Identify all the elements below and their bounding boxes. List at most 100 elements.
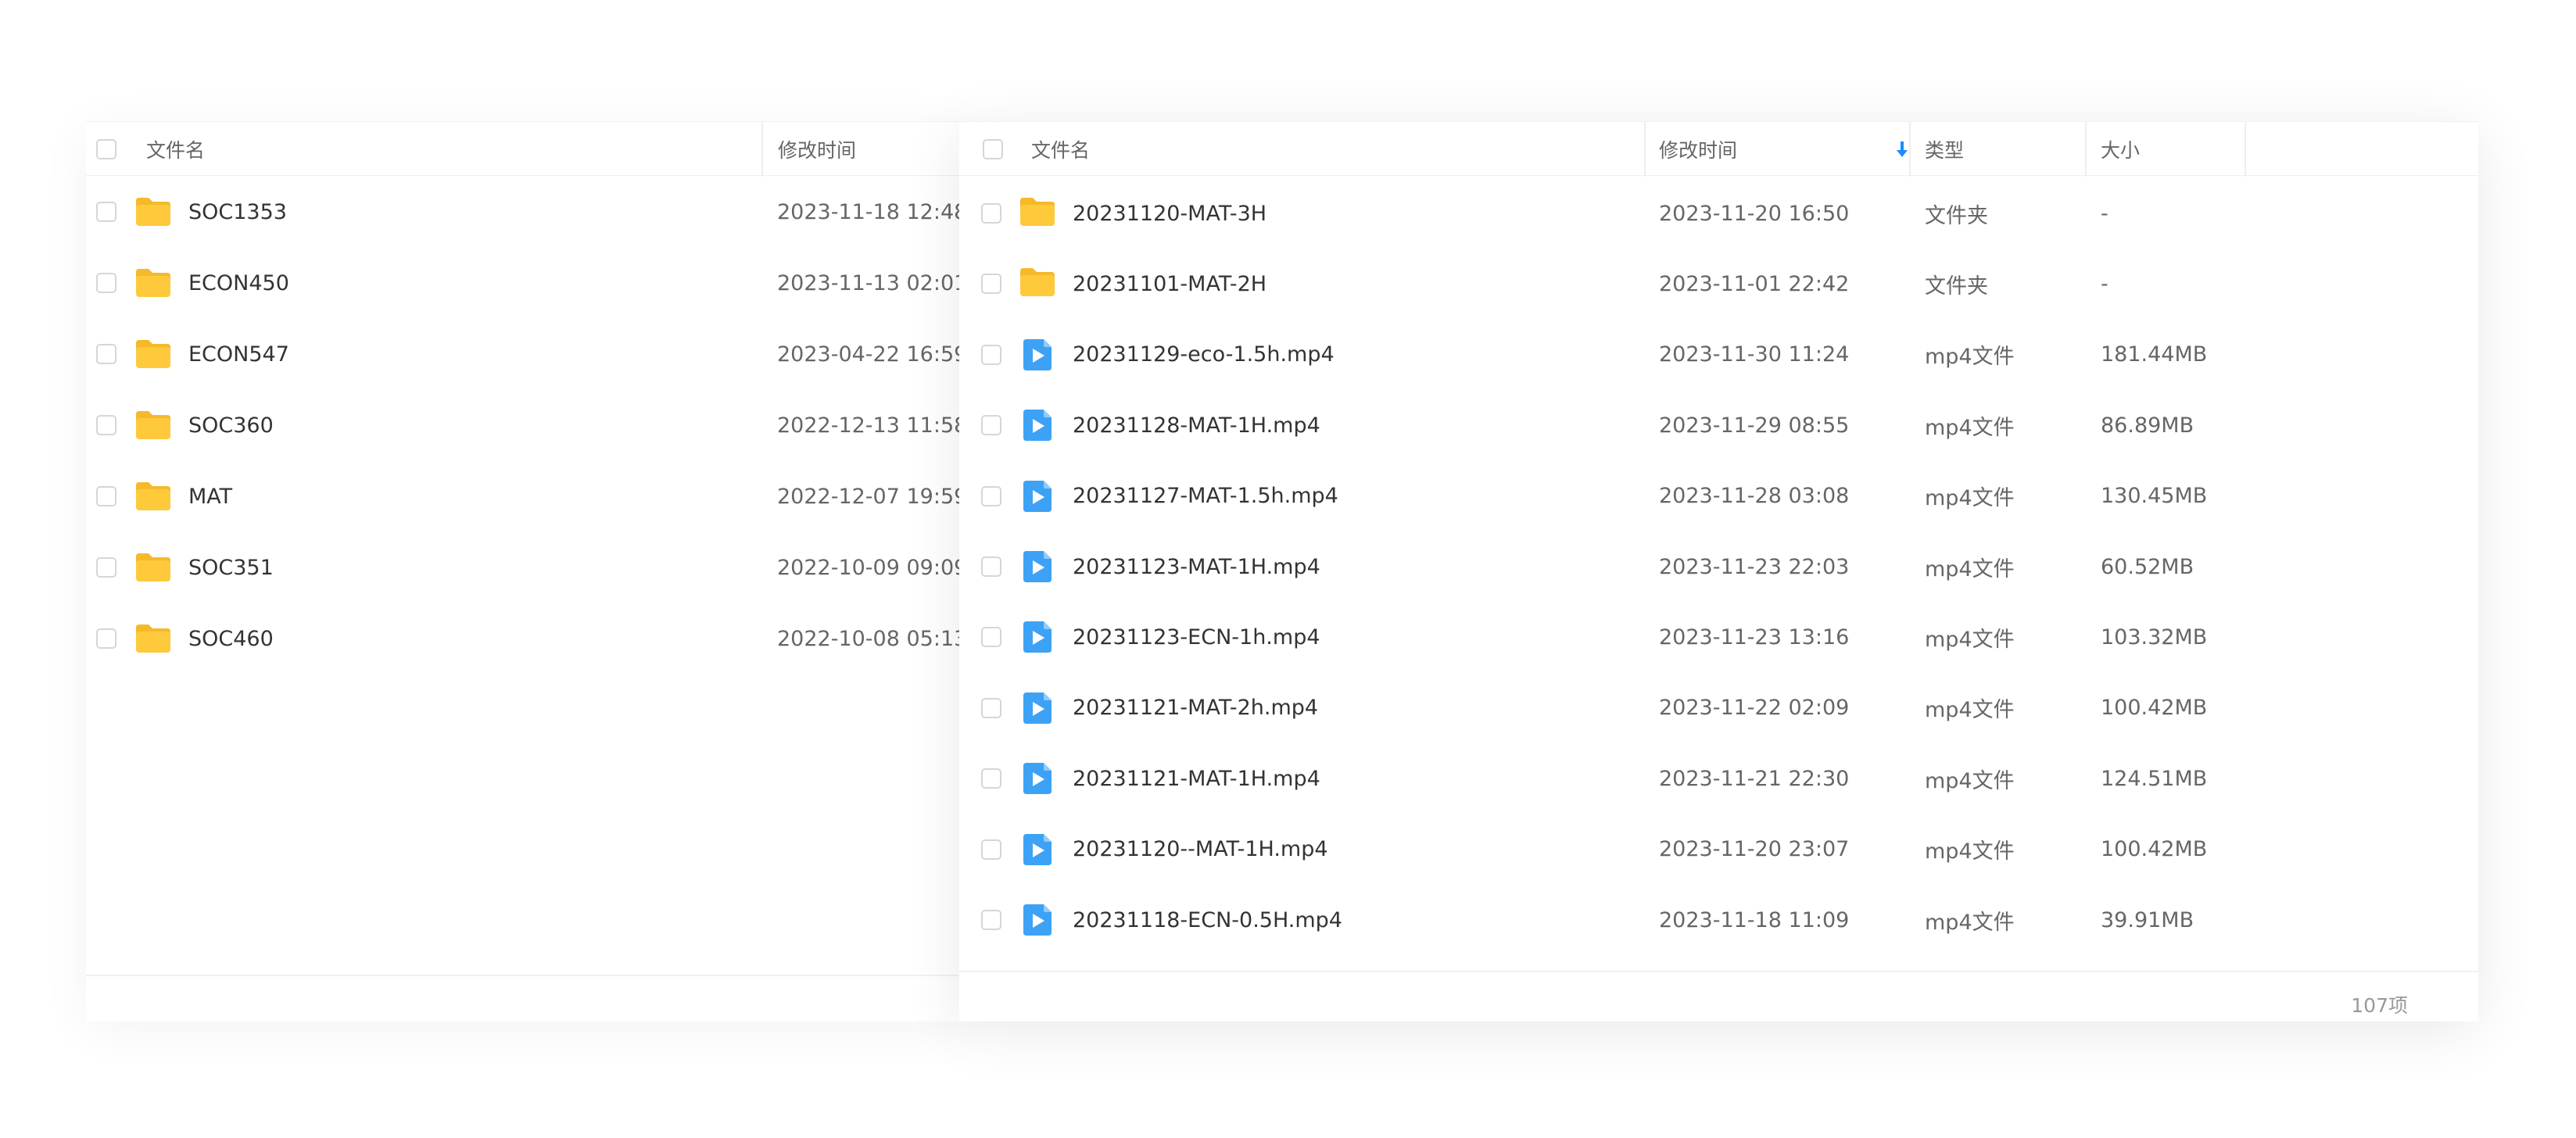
file-name[interactable]: SOC1353 [188,177,287,247]
file-name[interactable]: ECON547 [188,319,289,389]
row-checkbox[interactable] [981,697,1001,718]
folder-icon [134,623,172,657]
row-checkbox[interactable] [981,910,1001,930]
video-file-icon [1023,551,1052,582]
modified-time: 2022-10-08 05:13 [777,626,959,651]
row-checkbox[interactable] [981,556,1001,577]
file-name[interactable]: 20231123-MAT-1H.mp4 [1073,531,1320,602]
row-checkbox[interactable] [96,273,116,293]
file-name[interactable]: 20231127-MAT-1.5h.mp4 [1073,461,1338,531]
row-checkbox[interactable] [96,202,116,222]
file-name[interactable]: 20231129-eco-1.5h.mp4 [1073,320,1335,390]
row-checkbox[interactable] [96,486,116,506]
table-row[interactable]: 20231120-MAT-3H 2023-11-20 16:50 文件夹 - [959,178,2478,249]
folder-icon [136,269,170,297]
table-row[interactable]: 20231128-MAT-1H.mp4 2023-11-29 08:55 mp4文件… [959,390,2478,460]
file-name[interactable]: 20231123-ECN-1h.mp4 [1073,602,1320,672]
file-size: 124.51MB [2101,766,2208,791]
column-header-modified[interactable]: 修改时间 [1659,122,1909,177]
left-table-header: 文件名 修改时间 [86,121,959,177]
column-header-name[interactable]: 文件名 [146,122,205,177]
modified-time: 2023-11-28 03:08 [1659,484,1850,509]
file-name[interactable]: 20231118-ECN-0.5H.mp4 [1073,885,1342,955]
file-name[interactable]: ECON450 [188,248,289,318]
row-checkbox[interactable] [981,344,1001,365]
select-all-checkbox[interactable] [983,139,1003,159]
file-type: mp4文件 [1925,345,2015,370]
file-name[interactable]: SOC460 [188,603,274,674]
column-divider[interactable] [2245,122,2246,177]
file-name[interactable]: 20231120--MAT-1H.mp4 [1073,814,1328,885]
video-file-icon [1023,833,1052,865]
column-header-name[interactable]: 文件名 [1031,122,1090,177]
row-checkbox[interactable] [981,839,1001,860]
file-size: 130.45MB [2101,484,2208,509]
file-name[interactable]: 20231101-MAT-2H [1073,249,1267,319]
column-divider[interactable] [1909,122,1911,177]
file-type: mp4文件 [1925,839,2015,864]
table-row[interactable]: SOC1353 2023-11-18 12:48 [86,177,959,247]
file-size: 60.52MB [2101,554,2194,579]
table-row[interactable]: 20231127-MAT-1.5h.mp4 2023-11-28 03:08 mp4… [959,461,2478,531]
folder-icon [1019,267,1056,301]
column-divider[interactable] [2085,122,2087,177]
video-file-icon [1022,761,1053,799]
table-row[interactable]: 20231101-MAT-2H 2023-11-01 22:42 文件夹 - [959,249,2478,319]
column-header-modified[interactable]: 修改时间 [778,122,856,177]
file-size: 181.44MB [2101,342,2208,367]
file-name[interactable]: SOC351 [188,532,274,603]
modified-time: 2023-11-01 22:42 [1659,271,1850,296]
column-divider[interactable] [1644,122,1646,177]
folder-icon [136,553,170,582]
table-row[interactable]: 20231123-MAT-1H.mp4 2023-11-23 22:03 mp4文件… [959,531,2478,602]
file-name[interactable]: 20231128-MAT-1H.mp4 [1073,390,1320,460]
file-type: mp4文件 [1925,627,2015,652]
column-header-type[interactable]: 类型 [1925,122,1964,177]
table-row[interactable]: MAT 2022-12-07 19:59 [86,461,959,531]
row-checkbox[interactable] [96,628,116,649]
file-name[interactable]: SOC360 [188,390,274,460]
table-row[interactable]: 20231129-eco-1.5h.mp4 2023-11-30 11:24 mp4… [959,320,2478,390]
file-name[interactable]: MAT [188,461,232,531]
folder-icon [136,624,170,653]
table-row[interactable]: 20231121-MAT-1H.mp4 2023-11-21 22:30 mp4文件… [959,743,2478,814]
file-name[interactable]: 20231120-MAT-3H [1073,178,1267,249]
folder-icon [134,410,172,444]
row-checkbox[interactable] [981,768,1001,789]
row-checkbox[interactable] [96,557,116,578]
file-type: mp4文件 [1925,698,2015,723]
row-checkbox[interactable] [96,344,116,364]
table-row[interactable]: ECON547 2023-04-22 16:59 [86,319,959,389]
select-all-checkbox[interactable] [96,139,116,159]
folder-icon [1020,268,1055,297]
row-checkbox[interactable] [981,274,1001,295]
file-type: mp4文件 [1925,910,2015,935]
video-file-icon [1023,480,1052,512]
row-checkbox[interactable] [981,203,1001,224]
table-row[interactable]: 20231118-ECN-0.5H.mp4 2023-11-18 11:09 mp4… [959,885,2478,955]
file-type: mp4文件 [1925,556,2015,582]
table-row[interactable]: 20231121-MAT-2h.mp4 2023-11-22 02:09 mp4文件… [959,673,2478,743]
row-checkbox[interactable] [981,627,1001,648]
sort-down-arrow-icon[interactable] [1895,140,1909,159]
modified-time: 2023-11-20 16:50 [1659,201,1850,226]
file-type: 文件夹 [1925,203,1988,228]
row-checkbox[interactable] [981,485,1001,506]
column-header-size[interactable]: 大小 [2101,122,2140,177]
table-row[interactable]: 20231120--MAT-1H.mp4 2023-11-20 23:07 mp4文… [959,814,2478,885]
table-row[interactable]: SOC351 2022-10-09 09:09 [86,532,959,603]
file-name[interactable]: 20231121-MAT-1H.mp4 [1073,743,1320,814]
row-checkbox[interactable] [981,415,1001,436]
folder-icon [134,481,172,515]
row-checkbox[interactable] [96,415,116,435]
file-size: 103.32MB [2101,624,2208,650]
table-row[interactable]: 20231123-ECN-1h.mp4 2023-11-23 13:16 mp4文件… [959,602,2478,672]
column-divider[interactable] [761,122,763,177]
table-row[interactable]: SOC360 2022-12-13 11:58 [86,390,959,460]
table-row[interactable]: ECON450 2023-11-13 02:01 [86,248,959,318]
table-row[interactable]: SOC460 2022-10-08 05:13 [86,603,959,674]
video-file-icon [1023,621,1052,653]
file-size: 39.91MB [2101,907,2194,932]
modified-time: 2023-11-18 11:09 [1659,907,1850,932]
file-name[interactable]: 20231121-MAT-2h.mp4 [1073,673,1318,743]
